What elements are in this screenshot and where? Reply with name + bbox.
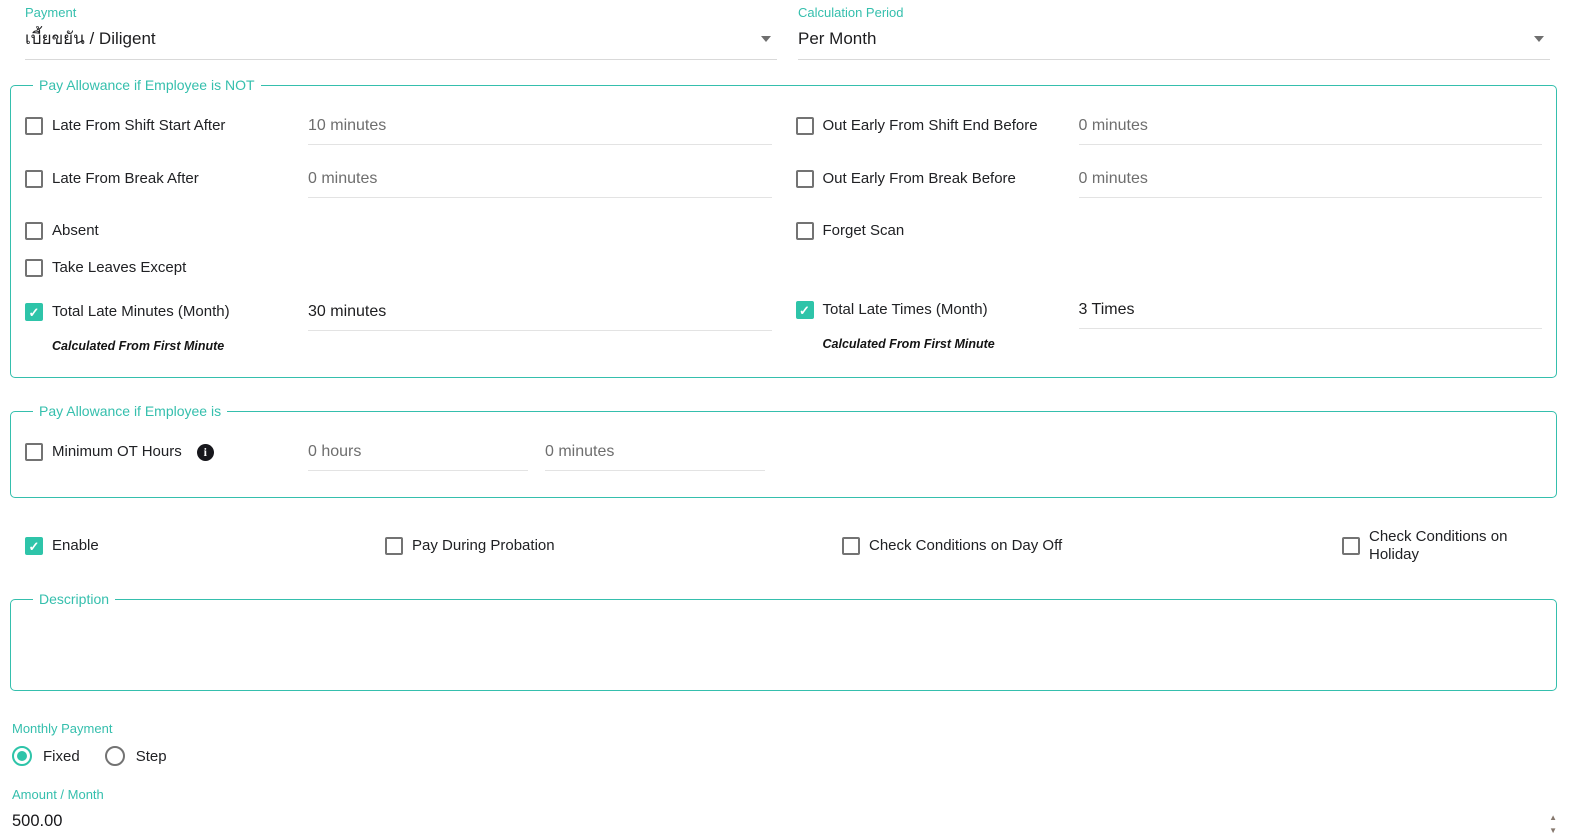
checkbox-out-early-from-shift-end-before[interactable]: Out Early From Shift End Before	[795, 115, 1079, 135]
checkbox-checked-icon[interactable]: ✓	[25, 303, 43, 321]
spinner-down-icon[interactable]: ▼	[1549, 827, 1557, 835]
minimum-ot-minutes-input[interactable]: 0 minutes	[545, 441, 765, 471]
input-value: 10 minutes	[308, 117, 387, 134]
description-section: Description	[10, 591, 1557, 691]
pay-allowance-is-legend: Pay Allowance if Employee is	[39, 403, 222, 419]
amount-input[interactable]: 500.00 ▲ ▼	[12, 811, 1565, 835]
checkbox-label: Out Early From Break Before	[822, 170, 1016, 187]
chevron-down-icon[interactable]	[761, 36, 771, 42]
calculation-period-select[interactable]: Calculation Period Per Month	[798, 6, 1550, 60]
checkbox-icon[interactable]	[842, 537, 860, 555]
checkbox-label: Total Late Times (Month)	[822, 301, 988, 318]
checkbox-pay-during-probation[interactable]: Pay During Probation	[385, 537, 842, 555]
checkbox-label: Enable	[52, 537, 99, 554]
description-legend: Description	[39, 591, 110, 607]
check-icon: ✓	[28, 304, 40, 320]
checkbox-icon[interactable]	[795, 170, 814, 188]
number-spinner: ▲ ▼	[1549, 814, 1557, 835]
checkbox-checked-icon[interactable]: ✓	[795, 301, 814, 319]
checkbox-check-conditions-day-off[interactable]: Check Conditions on Day Off	[842, 537, 1342, 555]
checkbox-icon[interactable]	[25, 170, 43, 188]
options-checkbox-row: ✓ Enable Pay During Probation Check Cond…	[25, 528, 1550, 564]
radio-label: Step	[135, 747, 167, 765]
not-section-left-column: Late From Shift Start After 10 minutes L…	[25, 115, 772, 353]
checkbox-icon[interactable]	[25, 117, 43, 135]
checkbox-icon[interactable]	[25, 443, 43, 461]
input-value: 0 hours	[308, 443, 362, 460]
radio-step[interactable]: Step	[104, 746, 167, 766]
check-icon: ✓	[799, 302, 810, 318]
checkbox-checked-icon[interactable]: ✓	[25, 537, 43, 555]
checkbox-label: Late From Shift Start After	[52, 117, 226, 134]
checkbox-label: Check Conditions on Holiday	[1369, 528, 1508, 563]
checkbox-enable[interactable]: ✓ Enable	[25, 537, 385, 555]
input-value: 3 Times	[1078, 301, 1135, 318]
amount-label: Amount / Month	[12, 787, 104, 802]
checkbox-icon[interactable]	[795, 117, 814, 135]
out-early-shift-end-input[interactable]: 0 minutes	[1078, 115, 1542, 145]
payment-value: เบี้ยขยัน / Diligent	[25, 29, 156, 48]
checkbox-absent[interactable]: Absent	[25, 220, 308, 240]
checkbox-icon[interactable]	[385, 537, 403, 555]
monthly-payment-label: Monthly Payment	[12, 721, 113, 736]
radio-selected-icon[interactable]	[12, 746, 32, 766]
radio-label: Fixed	[43, 747, 80, 765]
allowance-settings-form: Payment เบี้ยขยัน / Diligent Calculation…	[0, 0, 1579, 835]
checkbox-icon[interactable]	[795, 222, 814, 240]
checkbox-take-leaves-except[interactable]: Take Leaves Except	[25, 257, 308, 277]
checkbox-total-late-times-month[interactable]: ✓ Total Late Times (Month)	[795, 299, 1079, 319]
checkbox-icon[interactable]	[25, 259, 43, 277]
payment-select[interactable]: Payment เบี้ยขยัน / Diligent	[25, 6, 777, 60]
checkbox-label: Forget Scan	[822, 222, 905, 239]
out-early-break-input[interactable]: 0 minutes	[1078, 168, 1542, 198]
checkbox-label: Late From Break After	[52, 170, 199, 187]
pay-allowance-is-section: Pay Allowance if Employee is Minimum OT …	[10, 403, 1557, 498]
checkbox-label: Out Early From Shift End Before	[822, 117, 1038, 134]
pay-allowance-not-section: Pay Allowance if Employee is NOT Late Fr…	[10, 77, 1557, 378]
top-select-row: Payment เบี้ยขยัน / Diligent Calculation…	[25, 6, 1550, 60]
checkbox-label: Check Conditions on Day Off	[869, 537, 1063, 554]
radio-fixed[interactable]: Fixed	[12, 746, 80, 766]
pay-allowance-not-legend: Pay Allowance if Employee is NOT	[39, 77, 255, 93]
checkbox-late-from-break-after[interactable]: Late From Break After	[25, 168, 308, 188]
spinner-up-icon[interactable]: ▲	[1549, 814, 1557, 822]
input-value: 0 minutes	[1078, 170, 1148, 187]
checkbox-label: Minimum OT Hours	[52, 443, 182, 460]
radio-icon[interactable]	[104, 746, 125, 766]
check-icon: ✓	[28, 538, 40, 554]
checkbox-late-from-shift-start-after[interactable]: Late From Shift Start After	[25, 115, 308, 135]
amount-value: 500.00	[12, 812, 63, 830]
input-value: 0 minutes	[545, 443, 615, 460]
checkbox-forget-scan[interactable]: Forget Scan	[795, 220, 1079, 240]
total-late-minutes-note: Calculated From First Minute	[52, 339, 225, 353]
late-from-break-after-input[interactable]: 0 minutes	[308, 168, 772, 198]
checkbox-label: Take Leaves Except	[52, 259, 187, 276]
description-textarea[interactable]	[25, 611, 1542, 673]
checkbox-icon[interactable]	[25, 222, 43, 240]
monthly-payment-group: Monthly Payment Fixed Step	[12, 722, 1579, 766]
payment-label: Payment	[25, 5, 77, 20]
checkbox-label: Total Late Minutes (Month)	[52, 303, 230, 320]
checkbox-total-late-minutes-month[interactable]: ✓ Total Late Minutes (Month)	[25, 301, 308, 321]
total-late-minutes-input[interactable]: 30 minutes	[308, 301, 772, 331]
checkbox-label: Absent	[52, 222, 99, 239]
late-from-shift-start-after-input[interactable]: 10 minutes	[308, 115, 772, 145]
checkbox-icon[interactable]	[1342, 537, 1360, 555]
checkbox-label: Pay During Probation	[412, 537, 555, 554]
info-icon[interactable]: i	[196, 443, 214, 461]
input-value: 0 minutes	[308, 170, 378, 187]
input-value: 0 minutes	[1078, 117, 1148, 134]
checkbox-out-early-from-break-before[interactable]: Out Early From Break Before	[795, 168, 1079, 188]
total-late-times-note: Calculated From First Minute	[822, 337, 995, 351]
not-section-right-column: Out Early From Shift End Before 0 minute…	[795, 115, 1542, 353]
checkbox-check-conditions-holiday[interactable]: Check Conditions on Holiday	[1342, 528, 1550, 564]
checkbox-minimum-ot-hours[interactable]: Minimum OT Hours i	[25, 441, 308, 461]
chevron-down-icon[interactable]	[1534, 36, 1544, 42]
amount-per-month-field: Amount / Month 500.00 ▲ ▼	[12, 788, 1565, 835]
calculation-period-label: Calculation Period	[798, 5, 904, 20]
calculation-period-value: Per Month	[798, 29, 877, 48]
total-late-times-input[interactable]: 3 Times	[1078, 299, 1542, 329]
minimum-ot-hours-input[interactable]: 0 hours	[308, 441, 528, 471]
input-value: 30 minutes	[308, 303, 387, 320]
